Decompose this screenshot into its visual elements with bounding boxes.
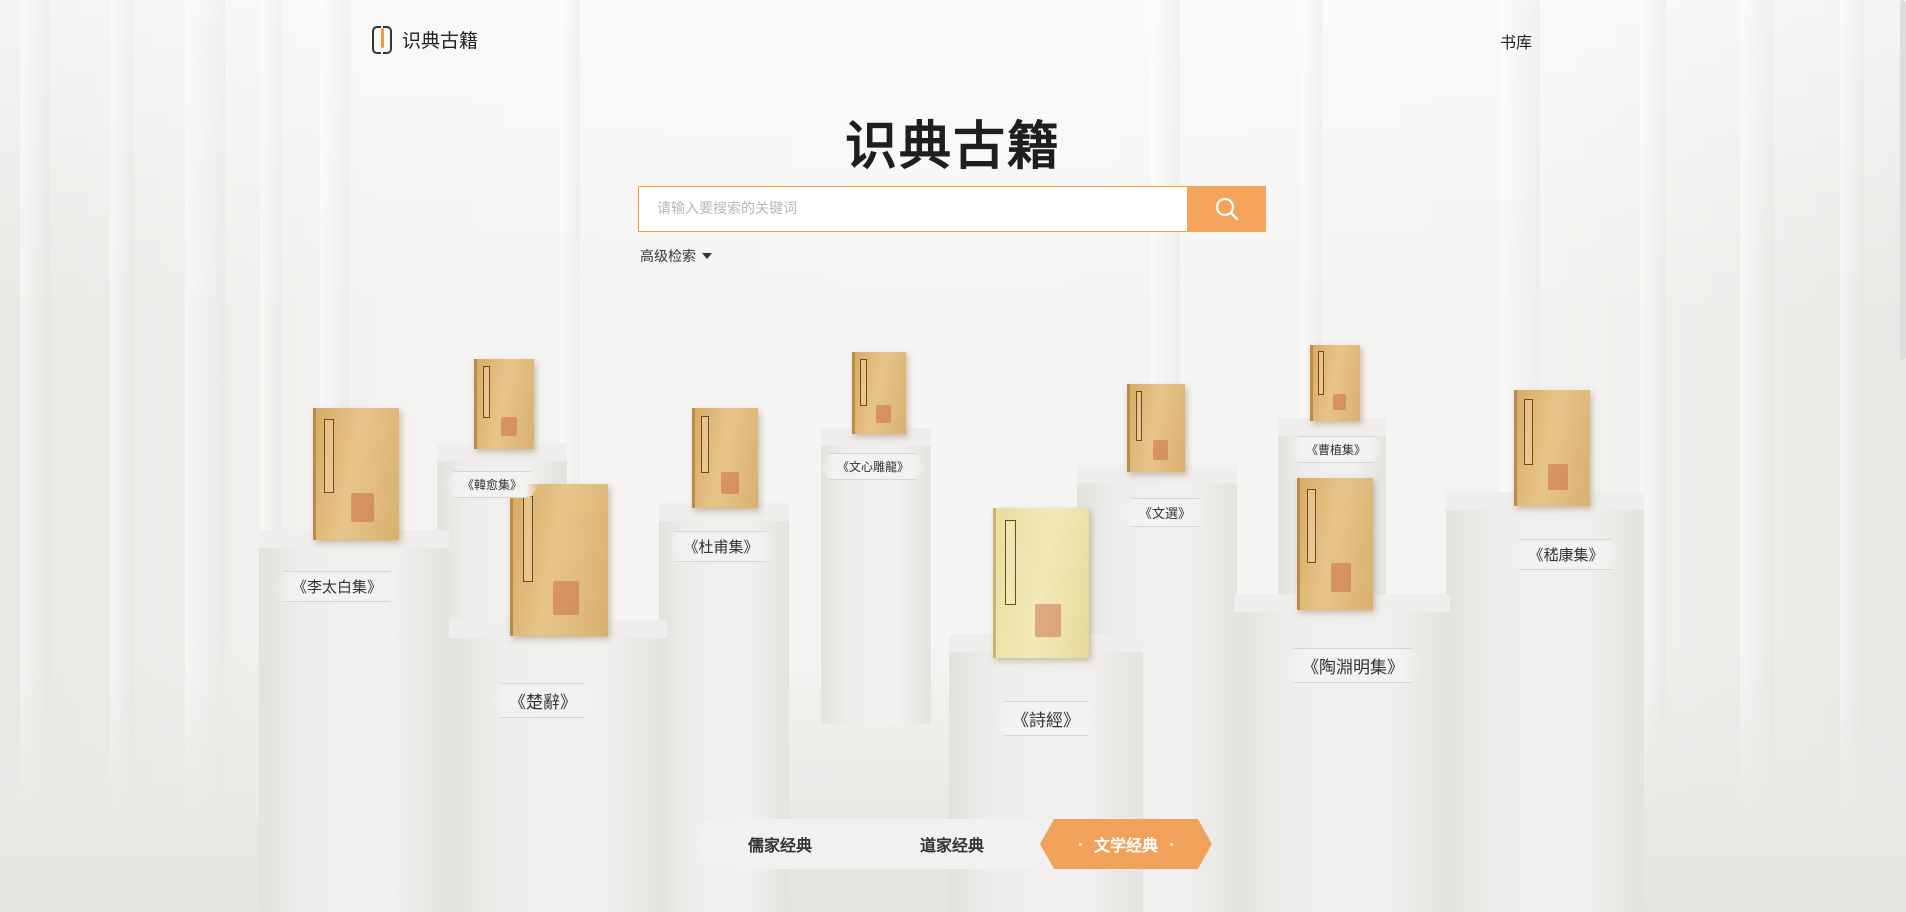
- scrollbar[interactable]: [1900, 0, 1906, 360]
- search-bar: [638, 186, 1266, 232]
- tab-taoist-classics[interactable]: 道家经典: [866, 819, 1038, 869]
- book-label-wen-xuan[interactable]: 《文選》: [1121, 498, 1209, 527]
- tab-confucian-classics[interactable]: 儒家经典: [694, 819, 866, 869]
- site-logo[interactable]: 识典古籍: [372, 25, 479, 54]
- logo-text: 识典古籍: [402, 29, 479, 52]
- book-cover[interactable]: [510, 484, 608, 636]
- book-label-han-yu[interactable]: 《韓愈集》: [444, 471, 540, 498]
- book-cover[interactable]: [852, 352, 906, 434]
- book-label-du-fu[interactable]: 《杜甫集》: [665, 531, 776, 562]
- book-label-chu-ci[interactable]: 《楚辭》: [491, 683, 595, 718]
- category-tabs: 儒家经典 道家经典 文学经典: [694, 819, 1212, 869]
- book-label-tao-yuanming[interactable]: 《陶淵明集》: [1284, 648, 1422, 683]
- search-icon: [1215, 197, 1238, 221]
- advanced-search-label: 高级检索: [640, 249, 696, 265]
- tab-label: 文学经典: [1093, 836, 1158, 855]
- book-cover[interactable]: [692, 408, 758, 508]
- book-label-cao-zhi[interactable]: 《曹植集》: [1288, 436, 1384, 463]
- caret-down-icon: [702, 253, 712, 259]
- book-label-wenxin-diaolong[interactable]: 《文心雕龍》: [819, 453, 927, 480]
- pedestal: [449, 620, 667, 912]
- book-cover[interactable]: [474, 359, 534, 449]
- book-cover[interactable]: [1127, 384, 1185, 472]
- tab-label: 道家经典: [919, 836, 984, 855]
- pedestal: [1234, 594, 1450, 912]
- book-cover[interactable]: [1310, 345, 1360, 421]
- book-cover[interactable]: [1514, 390, 1590, 506]
- page-title: 识典古籍: [844, 117, 1061, 177]
- book-label-shi-jing[interactable]: 《詩經》: [994, 701, 1098, 736]
- search-input[interactable]: [639, 187, 1187, 231]
- book-label-ji-kang[interactable]: 《嵇康集》: [1510, 539, 1621, 570]
- book-cover[interactable]: [1297, 478, 1373, 610]
- tab-label: 儒家经典: [747, 836, 812, 855]
- advanced-search-toggle[interactable]: 高级检索: [640, 246, 712, 266]
- tab-literary-classics[interactable]: 文学经典: [1040, 819, 1212, 869]
- book-cover[interactable]: [993, 508, 1089, 658]
- search-button[interactable]: [1187, 186, 1266, 232]
- book-cover[interactable]: [313, 408, 399, 540]
- book-label-li-taibai[interactable]: 《李太白集》: [274, 571, 400, 602]
- logo-icon: [372, 25, 396, 54]
- nav-library-link[interactable]: 书库: [1500, 29, 1532, 53]
- dot-icon: [1170, 843, 1173, 846]
- pedestal: [949, 634, 1143, 912]
- dot-icon: [1079, 843, 1082, 846]
